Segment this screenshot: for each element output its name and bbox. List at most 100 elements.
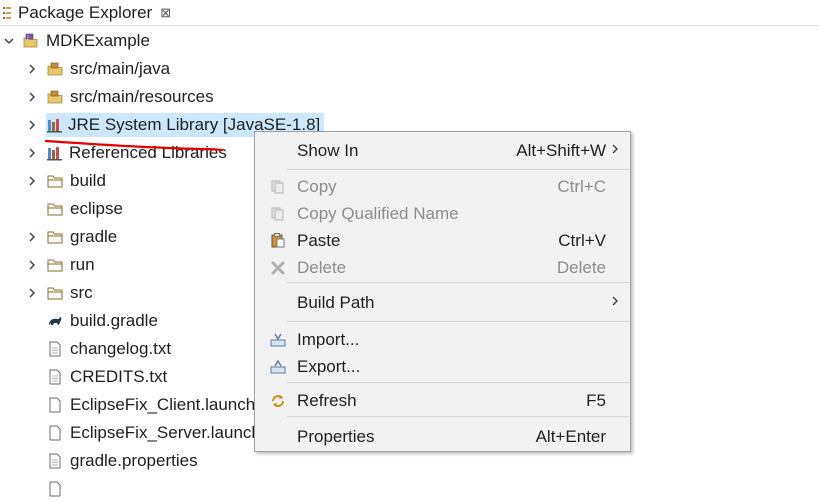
export-icon [270,359,286,375]
project-icon: J [23,33,39,49]
tree-item-label: build.gradle [70,311,158,330]
tree-row-project[interactable]: J MDKExample [3,28,150,54]
file-icon [47,481,63,497]
tree-row-referenced-libraries[interactable]: Referenced Libraries [26,140,227,166]
chevron-right-icon[interactable] [26,231,38,243]
menu-item-shortcut: Delete [556,257,606,277]
chevron-right-icon[interactable] [26,147,38,159]
tree-row-src[interactable]: src [26,280,93,306]
menu-separator [287,416,629,417]
chevron-right-icon[interactable] [26,175,38,187]
menu-item-shortcut: Alt+Enter [535,426,606,446]
menu-item-properties[interactable]: Properties Alt+Enter [255,423,630,450]
menu-separator [287,282,629,283]
folder-icon [47,201,63,217]
tree-row-changelog[interactable]: changelog.txt [26,336,171,362]
menu-item-label: Properties [297,426,375,446]
copy-icon [270,179,286,195]
tree-row-build-gradle[interactable]: build.gradle [26,308,158,334]
folder-icon [47,173,63,189]
menu-item-shortcut: Alt+Shift+W [516,140,606,160]
menu-item-label: Delete [297,257,347,277]
chevron-right-icon[interactable] [26,119,38,131]
menu-separator [287,169,629,170]
menu-item-import[interactable]: Import... [255,326,630,353]
source-folder-icon [47,89,63,105]
menu-item-refresh[interactable]: Refresh F5 [255,387,630,414]
tree-row-cutoff [26,476,70,502]
menu-item-label: Export... [297,356,361,376]
chevron-right-icon[interactable] [26,259,38,271]
menu-item-copy[interactable]: Copy Ctrl+C [255,173,630,200]
source-folder-icon [47,61,63,77]
view-tab-bar: Package Explorer ⊠ [0,0,819,26]
chevron-right-icon[interactable] [26,63,38,75]
tree-row-src-main-java[interactable]: src/main/java [26,56,170,82]
folder-icon [47,285,63,301]
import-icon [270,332,286,348]
tree-item-label: gradle [70,227,118,246]
menu-item-copy-qualified-name[interactable]: Copy Qualified Name [255,200,630,227]
tree-item-label: Referenced Libraries [69,143,227,162]
tree-row-run[interactable]: run [26,252,95,278]
chevron-right-icon[interactable] [26,287,38,299]
menu-item-label: Paste [297,230,341,250]
menu-item-shortcut: Ctrl+C [557,176,606,196]
chevron-down-icon[interactable] [3,35,15,47]
project-label: MDKExample [46,31,150,50]
menu-item-build-path[interactable]: Build Path [255,289,630,316]
folder-icon [47,257,63,273]
menu-item-show-in[interactable]: Show In Alt+Shift+W [255,137,630,164]
tree-row-eclipsefix-server[interactable]: EclipseFix_Server.launch [26,420,261,446]
tree-item-label: run [70,255,95,274]
tree-item-label: gradle.properties [70,451,198,470]
chevron-right-icon[interactable] [26,91,38,103]
menu-item-label: Build Path [297,292,375,312]
menu-item-label: Import... [297,329,360,349]
close-icon[interactable]: ⊠ [160,5,171,21]
tree-row-build[interactable]: build [26,168,106,194]
menu-item-label: Copy [297,176,337,196]
file-icon [47,369,63,385]
tab-title: Package Explorer [18,2,153,22]
tree-item-label: src [70,283,93,302]
submenu-arrow-icon [611,294,619,311]
file-icon [47,453,63,469]
tree-item-label: eclipse [70,199,123,218]
tree-row-credits[interactable]: CREDITS.txt [26,364,167,390]
menu-item-shortcut: Ctrl+V [558,230,606,250]
tab-package-explorer[interactable]: Package Explorer ⊠ [0,0,171,25]
tree-item-label: src/main/resources [70,87,214,106]
menu-item-export[interactable]: Export... [255,353,630,380]
menu-item-shortcut: F5 [586,390,606,410]
library-icon [47,117,63,133]
library-icon [47,145,63,161]
file-icon [47,397,63,413]
tree-item-label: EclipseFix_Client.launch [70,395,256,414]
tree-item-label: build [70,171,106,190]
tree-row-gradle[interactable]: gradle [26,224,117,250]
menu-item-delete[interactable]: Delete Delete [255,254,630,281]
package-explorer-icon [2,5,12,21]
refresh-icon [270,393,286,409]
tree-row-src-main-resources[interactable]: src/main/resources [26,84,214,110]
menu-separator [287,321,629,322]
tree-row-gradle-properties[interactable]: gradle.properties [26,448,198,474]
submenu-arrow-icon [611,142,619,159]
tree-item-label: CREDITS.txt [70,367,168,386]
tree-row-eclipse[interactable]: eclipse [26,196,123,222]
svg-text:J: J [26,34,28,40]
delete-icon [270,260,286,276]
menu-item-label: Show In [297,140,359,160]
menu-item-paste[interactable]: Paste Ctrl+V [255,227,630,254]
tree-row-eclipsefix-client[interactable]: EclipseFix_Client.launch [26,392,255,418]
tree-item-label: src/main/java [70,59,171,78]
tree-item-label: changelog.txt [70,339,172,358]
tree-item-label: EclipseFix_Server.launch [70,423,261,442]
